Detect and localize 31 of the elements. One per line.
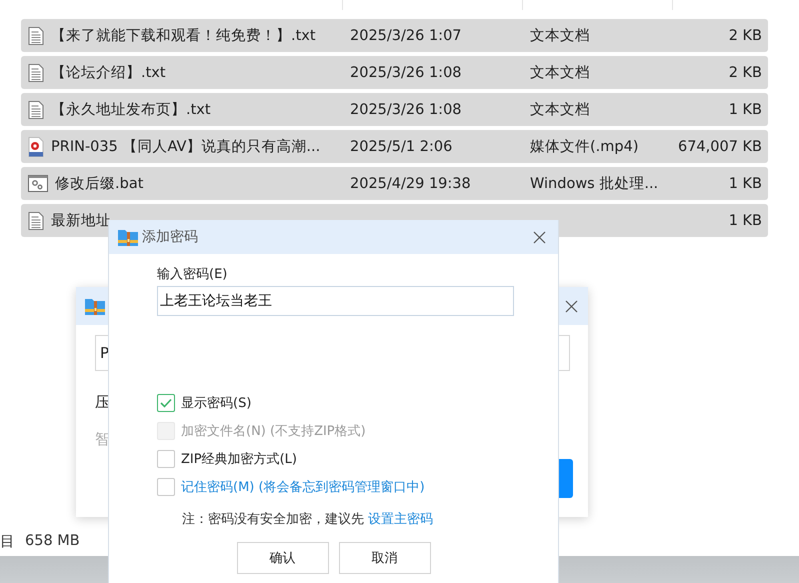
file-date: 2025/3/26 1:08 (350, 64, 462, 80)
file-date: 2025/3/26 1:07 (350, 28, 462, 44)
file-date: 2025/5/1 2:06 (350, 138, 452, 154)
file-name: 【论坛介绍】.txt (51, 64, 166, 82)
file-size: 2 KB (728, 64, 763, 80)
file-name: 【永久地址发布页】.txt (51, 100, 211, 119)
file-name: PRIN-035 【同人AV】说真的只有高潮... (51, 138, 320, 156)
selection-size-text: 658 MB (25, 533, 80, 549)
file-size: 2 KB (728, 28, 763, 44)
file-name: 【来了就能下载和观看！纯免费！】.txt (51, 27, 316, 45)
window-title: 添加密码 (142, 228, 198, 246)
file-size: 1 KB (728, 176, 763, 192)
file-type: 文本文档 (530, 28, 590, 44)
label-text: 压 (95, 393, 110, 412)
file-name: 修改后缀.bat (55, 175, 144, 193)
file-date: 2025/3/26 1:08 (350, 102, 462, 118)
note-text: 注：密码没有安全加密，建议先 (182, 511, 364, 528)
option-label: 加密文件名(N) (不支持ZIP格式) (181, 423, 366, 440)
file-size: 1 KB (728, 212, 763, 228)
file-type: Windows 批处理... (530, 176, 658, 192)
file-date: 2025/4/29 19:38 (350, 176, 471, 192)
file-type: 文本文档 (530, 102, 590, 118)
file-name: 最新地址 (51, 212, 111, 230)
file-type: 媒体文件(.mp4) (530, 139, 638, 155)
option-label: ZIP经典加密方式(L) (181, 451, 297, 468)
file-size: 1 KB (728, 102, 763, 118)
password-label: 输入密码(E) (157, 266, 228, 283)
option-label: 显示密码(S) (181, 395, 252, 412)
item-count-text: 目 (0, 532, 15, 550)
file-size: 674,007 KB (676, 138, 763, 154)
file-type: 文本文档 (530, 65, 590, 81)
